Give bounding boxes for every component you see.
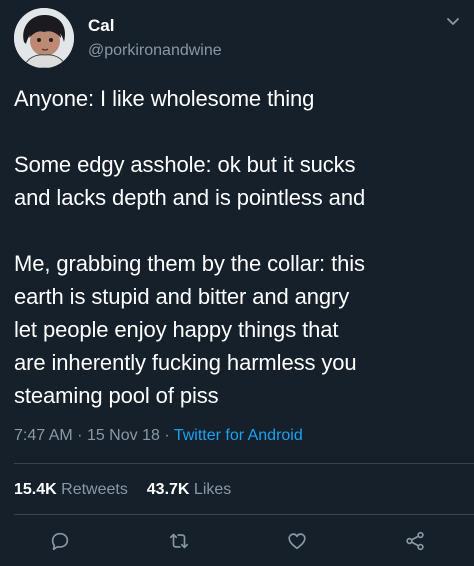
tweet-actions (0, 528, 474, 558)
retweets-count: 15.4K (14, 481, 57, 498)
display-name[interactable]: Cal (88, 15, 222, 36)
avatar-illustration (14, 8, 74, 68)
retweets-label: Retweets (61, 481, 128, 498)
tweet-header: Cal @porkironandwine (14, 8, 222, 68)
share-icon[interactable] (402, 528, 428, 554)
tweet-text-line: earth is stupid and bitter and angry (14, 284, 350, 309)
likes-stat[interactable]: 43.7K Likes (147, 481, 232, 498)
tweet-text-line: Some edgy asshole: ok but it sucks (14, 152, 356, 177)
retweet-icon[interactable] (166, 528, 192, 554)
meta-separator: · (164, 427, 170, 444)
tweet-meta: 7:47 AM · 15 Nov 18 · Twitter for Androi… (14, 425, 303, 447)
tweet-text-line: let people enjoy happy things that (14, 317, 339, 342)
divider (14, 514, 474, 515)
tweet-text-line: and lacks depth and is pointless and (14, 185, 366, 210)
like-icon[interactable] (284, 528, 310, 554)
tweet-text-line: Me, grabbing them by the collar: this (14, 251, 365, 276)
reply-icon[interactable] (47, 528, 73, 554)
tweet-date[interactable]: 15 Nov 18 (87, 427, 160, 444)
tweet-time[interactable]: 7:47 AM (14, 427, 73, 444)
tweet-text-line: Anyone: I like wholesome thing (14, 86, 315, 111)
chevron-down-icon[interactable] (444, 12, 462, 30)
tweet-source-link[interactable]: Twitter for Android (174, 427, 303, 444)
likes-count: 43.7K (146, 481, 190, 498)
user-names: Cal @porkironandwine (88, 15, 222, 62)
avatar[interactable] (14, 8, 74, 68)
tweet-card: Cal @porkironandwine Anyone: I like whol… (0, 0, 474, 566)
likes-label: Likes (193, 481, 232, 498)
tweet-text-line: steaming pool of piss (14, 383, 219, 408)
meta-separator: · (77, 427, 83, 444)
tweet-text-line: are inherently fucking harmless you (14, 350, 357, 375)
tweet-stats: 15.4K Retweets 43.7K Likes (14, 479, 231, 501)
divider (14, 463, 474, 464)
user-handle[interactable]: @porkironandwine (88, 40, 222, 62)
retweets-stat[interactable]: 15.4K Retweets (14, 481, 132, 498)
tweet-text: Anyone: I like wholesome thing Some edgy… (14, 82, 464, 412)
